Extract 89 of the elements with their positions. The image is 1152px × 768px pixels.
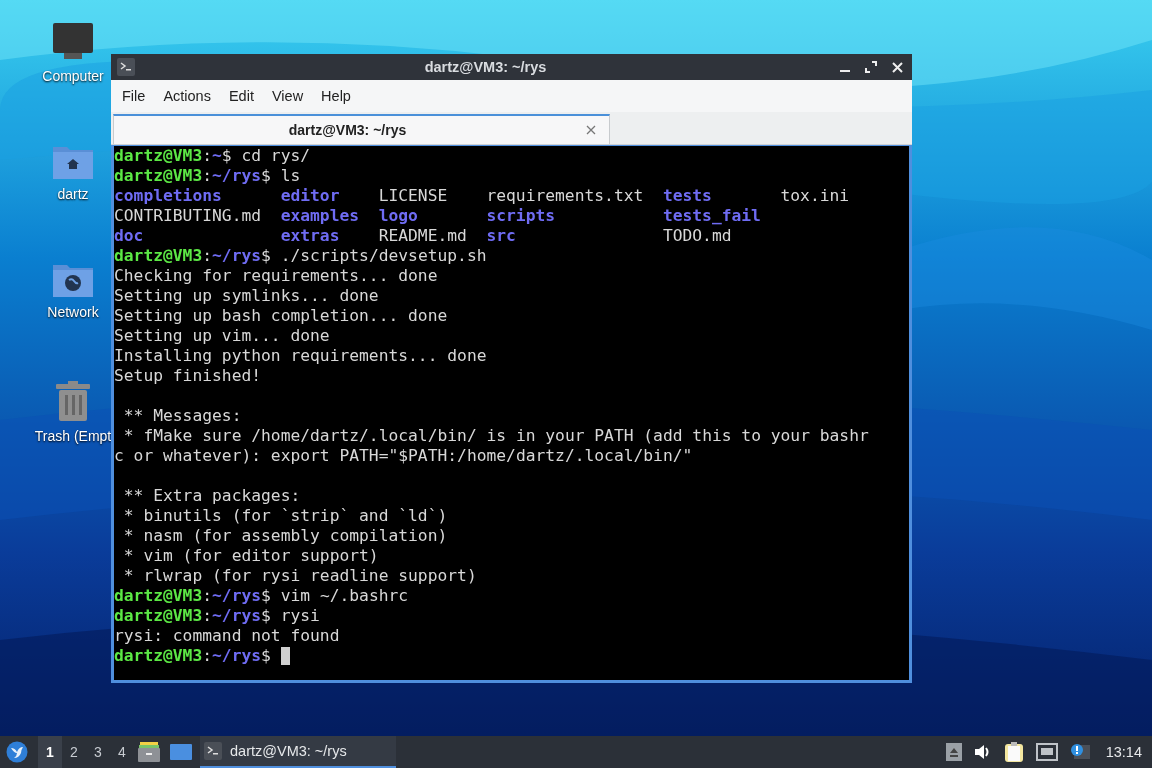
start-menu-button[interactable] (6, 741, 28, 763)
directory-name: tests (662, 186, 712, 205)
terminal-text: * fMake sure /home/dartz/.local/bin/ is in your PATH (add this to your bashr (122, 426, 869, 446)
eject-icon[interactable] (945, 743, 962, 761)
monitor-icon (52, 22, 94, 62)
prompt-user: dartz@VM3 (114, 146, 203, 166)
terminal-text: $ ls (261, 166, 301, 186)
directory-name: editor (280, 186, 340, 205)
terminal-text: ** Messages: (122, 406, 242, 426)
terminal-icon (204, 742, 222, 760)
terminal-text: $ cd rys/ (221, 146, 311, 166)
terminal-text: : (202, 646, 213, 666)
network-icon[interactable] (1035, 743, 1058, 761)
terminal-text: Checking for requirements... done (114, 266, 438, 286)
workspace-button[interactable]: 4 (110, 736, 134, 768)
directory-name: logo (378, 206, 418, 225)
terminal-text: * vim (for editor support) (122, 546, 379, 566)
file-name: CONTRIBUTING.md (114, 206, 262, 225)
network-folder-icon (52, 262, 94, 298)
terminal-text: $ rysi (261, 606, 320, 626)
terminal-text: Setting up bash completion... done (114, 306, 448, 326)
directory-name: tests_fail (662, 206, 761, 225)
prompt-user: dartz@VM3 (114, 606, 203, 626)
file-name: LICENSE (378, 186, 448, 205)
menu-item[interactable]: Help (314, 84, 358, 108)
minimize-icon (840, 70, 850, 72)
desktop-icon-label[interactable]: Trash (Empt (34, 428, 112, 444)
prompt-path: ~/rys (212, 646, 262, 666)
text-cursor (280, 647, 290, 665)
directory-name: doc (114, 226, 144, 245)
directory-name: extras (280, 226, 340, 245)
terminal-text: Setting up vim... done (114, 326, 330, 346)
prompt-path: ~/rys (212, 606, 262, 626)
clipboard-icon[interactable] (1003, 741, 1024, 763)
menu-item[interactable]: File (115, 84, 153, 108)
terminal-text: Setting up symlinks... done (114, 286, 379, 306)
terminal-text: c or whatever): export PATH="$PATH:/home/dartz/.local/bin/" (114, 446, 693, 466)
menu-item[interactable]: Edit (221, 84, 261, 108)
prompt-user: dartz@VM3 (114, 586, 203, 606)
desktop-icon-label[interactable]: Network (47, 304, 99, 320)
file-name: requirements.txt (486, 186, 644, 205)
directory-name: src (486, 226, 516, 245)
terminal-text: : (202, 166, 213, 186)
terminal-text: : (202, 606, 213, 626)
file-cabinet-icon[interactable] (138, 742, 160, 762)
clock[interactable]: 13:14 (1105, 744, 1142, 760)
terminal-tab[interactable]: dartz@VM3: ~/rys (113, 114, 610, 144)
menu-item[interactable]: Actions (156, 84, 218, 108)
maximize-button[interactable] (862, 58, 880, 76)
prompt-path: ~/rys (212, 246, 262, 266)
workspace-button[interactable]: 3 (86, 736, 110, 768)
file-name: TODO.md (662, 226, 732, 245)
workspace-button[interactable]: 2 (62, 736, 86, 768)
file-name: README.md (378, 226, 467, 245)
terminal-text: * nasm (for assembly compilation) (122, 526, 448, 546)
prompt-user: dartz@VM3 (114, 646, 203, 666)
task-button[interactable]: dartz@VM3: ~/rys (200, 736, 396, 768)
terminal-text: $ ./scripts/devsetup.sh (261, 246, 487, 266)
prompt-user: dartz@VM3 (114, 246, 203, 266)
trash-icon (55, 380, 91, 422)
close-icon (586, 125, 596, 135)
terminal-text: rysi: command not found (114, 626, 340, 646)
file-name: tox.ini (780, 186, 850, 205)
window-title: dartz@VM3: ~/rys (423, 59, 548, 75)
prompt-user: dartz@VM3 (114, 166, 203, 186)
menu-item[interactable]: View (264, 84, 311, 108)
terminal-text: $ vim ~/.bashrc (261, 586, 409, 606)
maximize-icon (865, 61, 877, 73)
home-folder-icon (52, 144, 94, 180)
directory-name: scripts (486, 206, 556, 225)
workspace-button[interactable]: 1 (38, 736, 62, 768)
terminal-text: * rlwrap (for rysi readline support) (122, 566, 477, 586)
terminal-text: Setup finished! (114, 366, 262, 386)
terminal-text: ** Extra packages: (122, 486, 301, 506)
close-icon (891, 61, 903, 73)
directory-name: completions (114, 186, 222, 205)
terminal-text: * binutils (for `strip` and `ld`) (122, 506, 448, 526)
terminal-text: : (202, 146, 213, 166)
tab-label: dartz@VM3: ~/rys (287, 122, 408, 138)
terminal-text: Installing python requirements... done (114, 346, 487, 366)
directory-name: examples (280, 206, 360, 225)
terminal-text: : (202, 586, 213, 606)
prompt-path: ~/rys (212, 166, 262, 186)
prompt-path: ~/rys (212, 586, 262, 606)
notification-icon[interactable] (1069, 743, 1090, 761)
prompt-path: ~ (212, 146, 222, 166)
terminal-icon (117, 58, 135, 76)
terminal-text: : (202, 246, 213, 266)
terminal-text: $ (261, 646, 272, 666)
